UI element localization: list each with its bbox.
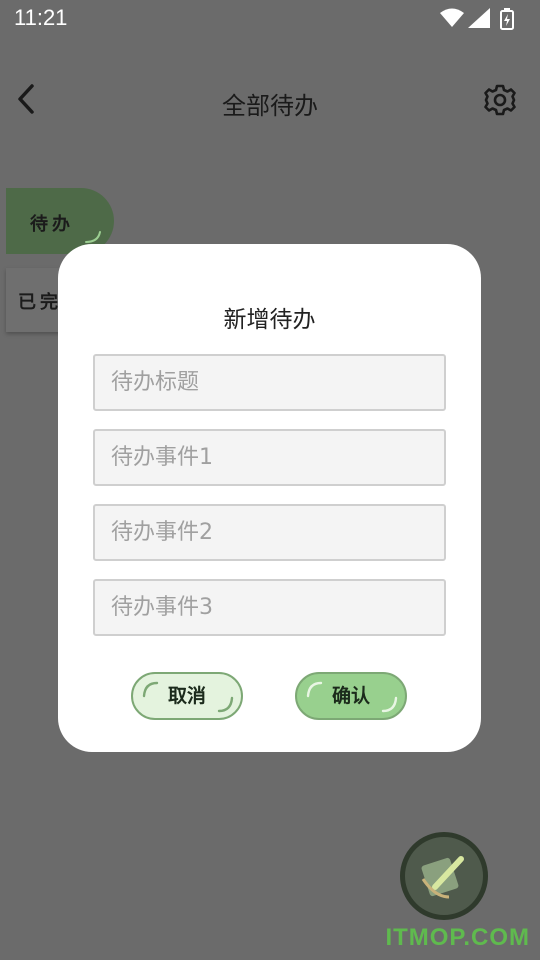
app-header: 全部待办 — [0, 62, 540, 138]
confirm-button[interactable]: 确认 — [295, 672, 407, 720]
cancel-button-label: 取消 — [167, 685, 206, 707]
tab-todo-label: 待办 — [30, 214, 74, 235]
note-pencil-icon — [421, 856, 464, 899]
todo-event-3-input[interactable] — [93, 579, 446, 636]
signal-icon — [468, 8, 490, 28]
add-todo-fab[interactable] — [400, 832, 488, 920]
swirl-decoration-icon — [217, 696, 234, 713]
todo-title-input[interactable] — [93, 354, 446, 411]
add-todo-dialog: 新增待办 取消 确认 — [58, 244, 481, 752]
wifi-icon — [440, 8, 464, 27]
swirl-decoration-icon — [306, 681, 323, 698]
settings-button[interactable] — [482, 82, 518, 118]
swirl-decoration-icon — [142, 681, 159, 698]
battery-charging-icon — [500, 8, 514, 30]
swirl-decoration-icon — [85, 231, 101, 243]
todo-event-1-input[interactable] — [93, 429, 446, 486]
swirl-decoration-icon — [381, 696, 398, 713]
cancel-button[interactable]: 取消 — [131, 672, 243, 720]
gear-icon — [484, 84, 516, 116]
status-time: 11:21 — [14, 5, 68, 30]
confirm-button-label: 确认 — [331, 685, 370, 707]
page-title: 全部待办 — [222, 92, 318, 120]
watermark: ITMOP.COM — [385, 924, 530, 951]
status-bar: 11:21 — [0, 0, 540, 38]
dialog-title: 新增待办 — [223, 307, 316, 333]
todo-event-2-input[interactable] — [93, 504, 446, 561]
